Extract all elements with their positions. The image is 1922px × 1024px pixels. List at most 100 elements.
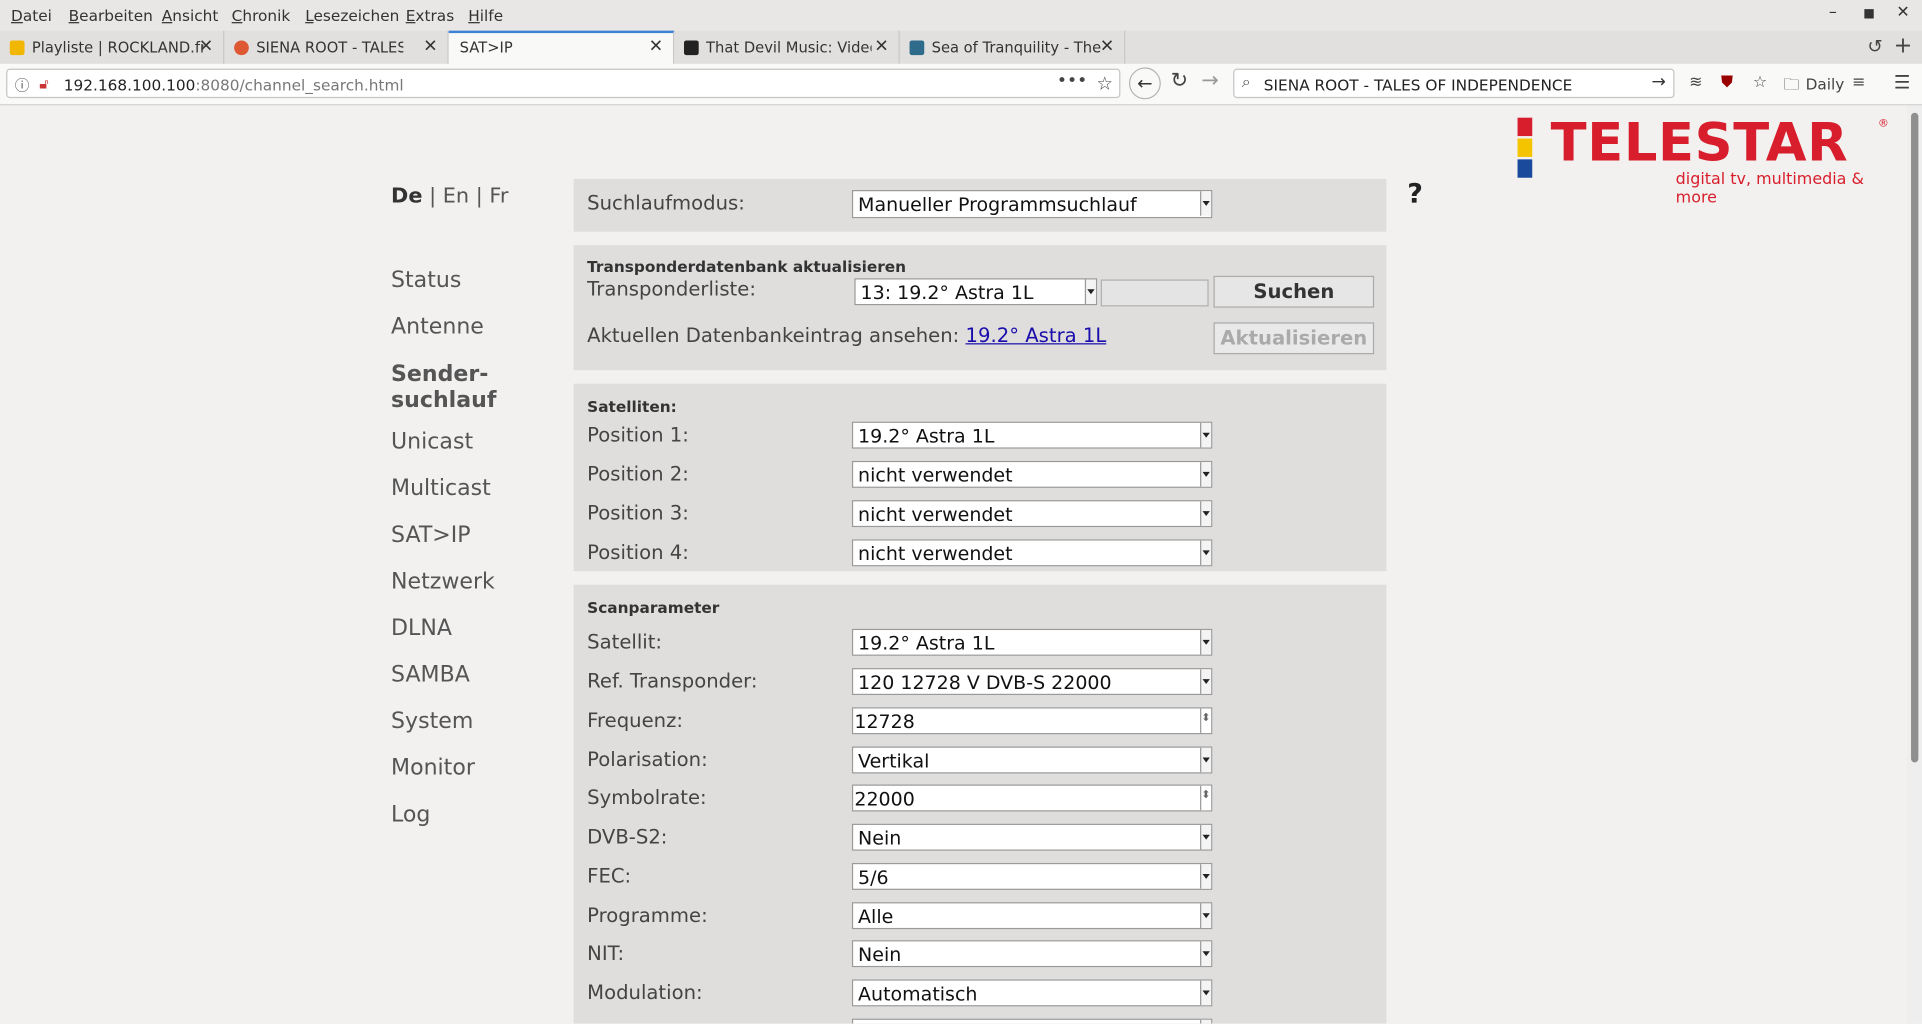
dvbs2-value: Nein bbox=[858, 827, 902, 850]
page-scrollbar[interactable] bbox=[1907, 105, 1922, 1024]
hamburger-menu-icon[interactable]: ☰ bbox=[1894, 71, 1910, 93]
menu-extras[interactable]: Extras bbox=[406, 6, 454, 24]
close-tab-icon[interactable]: ✕ bbox=[649, 37, 663, 57]
insecure-lock-icon[interactable]: 🔓︎ bbox=[39, 75, 49, 93]
address-bar[interactable]: ⓘ 🔓︎ 192.168.100.100:8080/channel_search… bbox=[6, 68, 1121, 99]
spinner-arrows-icon[interactable] bbox=[1200, 785, 1212, 811]
position-1-select[interactable]: 19.2° Astra 1L bbox=[851, 421, 1213, 449]
site-info-icon[interactable]: ⓘ bbox=[15, 75, 30, 96]
symbolrate-input[interactable]: 22000 bbox=[851, 784, 1213, 812]
ublock-icon[interactable]: ⛊ bbox=[1721, 74, 1733, 92]
tab-title: SIENA ROOT - TALES OF bbox=[256, 39, 404, 57]
tab-satip[interactable]: SAT>IP ✕ bbox=[448, 30, 675, 65]
transponder-list-label: Transponderliste: bbox=[587, 277, 756, 301]
tab-rockland[interactable]: Playliste | ROCKLAND.fm ✕ bbox=[0, 30, 225, 64]
close-tab-icon[interactable]: ✕ bbox=[199, 37, 213, 57]
logo-reg: ® bbox=[1877, 117, 1889, 130]
search-go-icon[interactable]: → bbox=[1651, 72, 1665, 92]
scan-heading: Scanparameter bbox=[587, 598, 720, 617]
programme-select[interactable]: Alle bbox=[851, 902, 1213, 930]
close-tab-icon[interactable]: ✕ bbox=[1100, 37, 1114, 57]
ref-transponder-select[interactable]: 120 12728 V DVB-S 22000 bbox=[851, 668, 1213, 696]
duckduckgo-favicon-icon bbox=[234, 40, 249, 56]
tab-title: Sea of Tranquility - The W bbox=[931, 39, 1101, 57]
close-tab-icon[interactable]: ✕ bbox=[874, 37, 888, 57]
history-icon[interactable]: ↺ bbox=[1867, 36, 1882, 58]
library-icon[interactable]: ☆ bbox=[1753, 74, 1767, 92]
transponder-list-select[interactable]: 13: 19.2° Astra 1L bbox=[854, 278, 1098, 306]
page-actions-icon[interactable]: ••• bbox=[1057, 71, 1087, 91]
nav-dlna[interactable]: DLNA bbox=[391, 615, 452, 641]
maximize-icon[interactable]: ■ bbox=[1863, 7, 1875, 20]
nit-value: Nein bbox=[858, 943, 902, 966]
position-1-label: Position 1: bbox=[587, 422, 689, 447]
polarisation-select[interactable]: Vertikal bbox=[851, 746, 1213, 774]
lang-en[interactable]: En bbox=[443, 184, 469, 209]
tab-siena-root[interactable]: SIENA ROOT - TALES OF ✕ bbox=[224, 30, 449, 64]
nav-antenne[interactable]: Antenne bbox=[391, 314, 484, 340]
bookmark-star-icon[interactable]: ☆ bbox=[1097, 72, 1113, 94]
tab-sea-of-tranquility[interactable]: Sea of Tranquility - The W ✕ bbox=[900, 30, 1126, 64]
nav-unicast[interactable]: Unicast bbox=[391, 429, 473, 455]
mode-select[interactable]: Manueller Programmsuchlauf bbox=[851, 189, 1213, 219]
feed-icon[interactable]: ≡ bbox=[1852, 74, 1865, 92]
nav-log[interactable]: Log bbox=[391, 802, 430, 828]
position-3-select[interactable]: nicht verwendet bbox=[851, 500, 1213, 528]
help-button[interactable]: ? bbox=[1407, 179, 1423, 210]
dvbs2-select[interactable]: Nein bbox=[851, 823, 1213, 851]
next-select-partial[interactable] bbox=[851, 1018, 1213, 1024]
position-4-select[interactable]: nicht verwendet bbox=[851, 539, 1213, 567]
nav-sendersuchlauf[interactable]: Sender- suchlauf bbox=[391, 362, 496, 413]
new-tab-icon[interactable]: + bbox=[1894, 33, 1913, 59]
symbolrate-label: Symbolrate: bbox=[587, 785, 707, 810]
menu-chronik[interactable]: Chronik bbox=[232, 6, 291, 24]
nav-system[interactable]: System bbox=[391, 709, 473, 735]
search-button[interactable]: Suchen bbox=[1213, 275, 1375, 308]
fec-select[interactable]: 5/6 bbox=[851, 862, 1213, 890]
spinner-arrows-icon[interactable] bbox=[1200, 708, 1212, 734]
nav-multicast[interactable]: Multicast bbox=[391, 476, 491, 502]
lang-de[interactable]: De bbox=[391, 184, 422, 209]
position-2-select[interactable]: nicht verwendet bbox=[851, 460, 1213, 488]
nav-netzwerk[interactable]: Netzwerk bbox=[391, 569, 495, 595]
db-entry-link[interactable]: 19.2° Astra 1L bbox=[966, 324, 1107, 347]
nav-monitor[interactable]: Monitor bbox=[391, 755, 475, 781]
scrollbar-thumb[interactable] bbox=[1911, 112, 1919, 763]
close-tab-icon[interactable]: ✕ bbox=[423, 37, 437, 57]
forward-icon[interactable]: → bbox=[1201, 69, 1218, 94]
symbolrate-value: 22000 bbox=[854, 788, 915, 811]
folder-icon[interactable]: 🗀︎ bbox=[1784, 74, 1800, 101]
polarisation-value: Vertikal bbox=[858, 750, 930, 773]
menu-lesezeichen[interactable]: Lesezeichen bbox=[305, 6, 399, 24]
satellit-select[interactable]: 19.2° Astra 1L bbox=[851, 628, 1213, 656]
language-switcher: De | En | Fr bbox=[391, 184, 508, 209]
modulation-select[interactable]: Automatisch bbox=[851, 979, 1213, 1007]
update-button[interactable]: Aktualisieren bbox=[1213, 322, 1375, 355]
nit-select[interactable]: Nein bbox=[851, 940, 1213, 968]
lang-fr[interactable]: Fr bbox=[489, 184, 508, 209]
extension-icon[interactable]: ≋ bbox=[1689, 74, 1702, 92]
reload-icon[interactable]: ↻ bbox=[1171, 69, 1188, 94]
frequenz-value: 12728 bbox=[854, 710, 915, 734]
nav-satip[interactable]: SAT>IP bbox=[391, 522, 471, 548]
search-bar[interactable]: ⌕ SIENA ROOT - TALES OF INDEPENDENCE → bbox=[1233, 68, 1675, 99]
close-window-icon[interactable]: ✕ bbox=[1896, 4, 1909, 22]
nav-status[interactable]: Status bbox=[391, 267, 461, 293]
dropdown-arrow-icon bbox=[1200, 540, 1212, 566]
dropdown-arrow-icon bbox=[1200, 462, 1212, 487]
frequenz-input[interactable]: 12728 bbox=[851, 707, 1213, 735]
nav-samba[interactable]: SAMBA bbox=[391, 662, 470, 688]
menu-hilfe[interactable]: Hilfe bbox=[468, 6, 503, 24]
dropdown-arrow-icon bbox=[1200, 747, 1212, 773]
dropdown-arrow-icon bbox=[1200, 630, 1212, 655]
programme-label: Programme: bbox=[587, 903, 708, 927]
menu-bearbeiten[interactable]: Bearbeiten bbox=[69, 6, 153, 24]
menu-datei[interactable]: Datei bbox=[11, 6, 52, 24]
bookmark-folder-daily[interactable]: Daily bbox=[1806, 75, 1845, 93]
minimize-icon[interactable]: – bbox=[1829, 4, 1837, 22]
tab-that-devil-music[interactable]: That Devil Music: Video of ✕ bbox=[674, 30, 900, 64]
tab-title: Playliste | ROCKLAND.fm bbox=[31, 39, 204, 57]
back-button[interactable]: ← bbox=[1128, 67, 1161, 100]
satellit-label: Satellit: bbox=[587, 630, 663, 654]
menu-ansicht[interactable]: Ansicht bbox=[162, 6, 219, 24]
